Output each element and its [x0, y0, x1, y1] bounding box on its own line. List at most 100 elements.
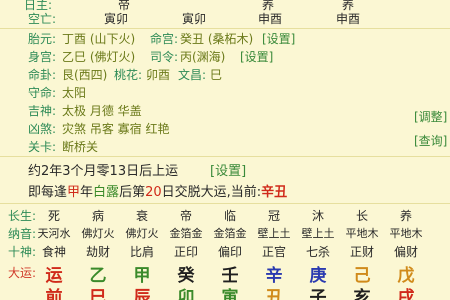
label-wenchang: 文昌:	[178, 68, 207, 82]
grid-cell: 寅	[221, 288, 239, 300]
grid-cell: 平地木	[389, 227, 423, 240]
label-guanka: 关卡:	[28, 140, 57, 154]
grid-cell: 平地木	[345, 227, 379, 240]
grid-row-bottom: 前巳辰卯寅丑子亥戌	[0, 283, 450, 300]
grid-row-dayun: 大运: 运乙甲癸壬辛庚己戊	[0, 261, 450, 286]
value-taohua: 卯酉	[146, 68, 171, 82]
grid-cell: 正官	[261, 245, 286, 259]
value-minggong: 癸丑 (桑柘木)	[180, 32, 254, 46]
label-xiongsha: 凶煞:	[28, 122, 57, 136]
grid-cell: 偏财	[393, 245, 418, 259]
setting-link[interactable]: [设置]	[262, 30, 295, 47]
luck-line-row: 即每逢甲年白露后第20日交脱大运,当前:辛丑	[0, 181, 450, 201]
grid-cell: 正财	[349, 245, 374, 259]
grid-label-shishen: 十神:	[8, 245, 37, 259]
cell: 寅卯	[104, 12, 129, 26]
divider	[0, 28, 450, 29]
row-jishen: 吉神: 太极 月德 华盖	[0, 102, 450, 120]
luck-mid3: 日交脱大运,当前:	[161, 185, 262, 200]
grid-cell: 帝	[179, 209, 192, 223]
value-minggua: 艮(西四)	[62, 68, 108, 82]
grid-cell: 金箔金	[169, 227, 203, 240]
grid-cell: 病	[91, 209, 104, 223]
grid-cell: 前	[45, 288, 63, 300]
grid-cell: 劫财	[85, 245, 110, 259]
grid-cell: 佛灯火	[125, 227, 159, 240]
setting-link[interactable]: [设置]	[210, 160, 246, 179]
row-taiyuan: 胎元: 丁酉 (山下火) 命宫: 癸丑 (桑柘木) [设置]	[0, 30, 450, 48]
setting-link[interactable]: [设置]	[240, 48, 273, 65]
top-row-kongwang: 空亡: 寅卯 寅卯 申酉 申酉	[0, 10, 450, 26]
divider	[0, 156, 450, 157]
grid-cell: 巳	[89, 288, 107, 300]
luck-line: 即每逢甲年白露后第20日交脱大运,当前:辛丑	[28, 181, 287, 200]
divider	[0, 203, 450, 204]
luck-start-text: 约2年3个月零13日后上运	[28, 164, 179, 179]
value-taiyuan: 丁酉 (山下火)	[62, 32, 136, 46]
label-taohua: 桃花:	[114, 68, 143, 82]
luck-start-row: 约2年3个月零13日后上运 [设置]	[0, 160, 450, 180]
grid-cell: 卯	[177, 288, 195, 300]
label-minggua: 命卦:	[28, 68, 57, 82]
label-jishen: 吉神:	[28, 104, 57, 118]
value-siling: 丙(渊海)	[180, 50, 226, 64]
luck-current: 辛丑	[261, 185, 288, 200]
luck-prefix: 即每逢	[28, 185, 68, 200]
luck-mid1: 年	[80, 185, 94, 200]
grid-row-shishen: 十神: 食神 劫财 比肩 正印 偏印 正官 七杀 正财 偏财	[0, 243, 450, 261]
grid-label-changsheng: 长生:	[8, 209, 37, 223]
label-shengong: 身宫:	[28, 50, 57, 64]
row-shouming: 守命: 太阳	[0, 84, 450, 102]
grid-cell: 戌	[397, 288, 415, 300]
luck-solar-term: 白露	[93, 185, 120, 200]
grid-cell: 亥	[353, 288, 371, 300]
grid-cell: 食神	[41, 245, 66, 259]
value-shouming: 太阳	[62, 86, 87, 100]
grid-cell: 死	[47, 209, 60, 223]
grid-cell: 养	[399, 209, 412, 223]
luck-day: 20	[145, 185, 162, 200]
adjust-link[interactable]: [调整]	[414, 108, 447, 125]
grid-cell: 子	[309, 288, 327, 300]
row-label: 空亡:	[28, 12, 57, 26]
grid-cell: 衰	[135, 209, 148, 223]
grid-label-dayun: 大运:	[8, 266, 37, 280]
cell: 寅卯	[182, 12, 207, 26]
grid-cell: 佛灯火	[81, 227, 115, 240]
value-xiongsha: 灾煞 吊客 寡宿 红艳	[62, 122, 170, 136]
cell: 申酉	[258, 12, 283, 26]
top-row-rizhu: 日主: 帝 养 养	[0, 0, 450, 12]
grid-cell: 辰	[133, 288, 151, 300]
label-shouming: 守命:	[28, 86, 57, 100]
grid-cell: 七杀	[305, 245, 330, 259]
label-minggong: 命宫:	[150, 32, 179, 46]
value-shengong: 乙巳 (佛灯火)	[62, 50, 136, 64]
row-guanka: 关卡: 断桥关	[0, 138, 450, 156]
grid-row-nayin: 纳音: 天河水 佛灯火 佛灯火 金箔金 金箔金 壁上土 壁上土 平地木 平地木	[0, 225, 450, 243]
luck-stem: 甲	[67, 185, 81, 200]
row-minggua: 命卦: 艮(西四) 桃花: 卯酉 文昌: 巳	[0, 66, 450, 84]
value-wenchang: 巳	[210, 68, 223, 82]
grid-cell: 丑	[265, 288, 283, 300]
row-xiongsha: 凶煞: 灾煞 吊客 寡宿 红艳	[0, 120, 450, 138]
grid-cell: 冠	[267, 209, 280, 223]
grid-cell: 比肩	[129, 245, 154, 259]
row-shengong: 身宫: 乙巳 (佛灯火) 司令: 丙(渊海) [设置]	[0, 48, 450, 66]
label-siling: 司令:	[150, 50, 179, 64]
grid-cell: 偏印	[217, 245, 242, 259]
grid-cell: 长	[355, 209, 368, 223]
value-jishen: 太极 月德 华盖	[62, 104, 142, 118]
cell: 申酉	[336, 12, 361, 26]
value-guanka: 断桥关	[62, 140, 99, 154]
grid-label-nayin: 纳音:	[8, 227, 37, 241]
grid-cell: 正印	[173, 245, 198, 259]
grid-cell: 壁上土	[301, 227, 335, 240]
grid-row-changsheng: 长生: 死 病 衰 帝 临 冠 沐 长 养	[0, 207, 450, 225]
luck-mid2: 后第	[119, 185, 146, 200]
grid-cell: 金箔金	[213, 227, 247, 240]
grid-cell: 沐	[311, 209, 324, 223]
query-link[interactable]: [查询]	[414, 132, 447, 149]
label-taiyuan: 胎元:	[28, 32, 57, 46]
grid-cell: 壁上土	[257, 227, 291, 240]
grid-cell: 天河水	[37, 227, 71, 240]
